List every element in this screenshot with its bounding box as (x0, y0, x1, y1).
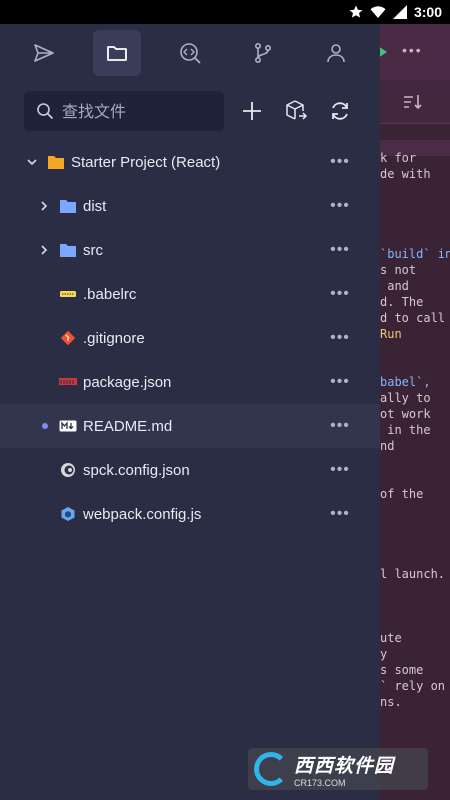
editor-line: nd (380, 439, 395, 453)
webpack-icon (59, 505, 77, 523)
battery-icon (392, 5, 407, 19)
editor-line: s not (380, 263, 417, 277)
tab-account[interactable] (312, 30, 360, 76)
wifi-icon (370, 6, 386, 19)
editor-line: ` rely on (380, 679, 446, 693)
watermark-logo: 西西软件园 CR173.COM (248, 748, 428, 790)
watermark-c-icon (254, 752, 288, 786)
editor-line: ot work (380, 407, 431, 421)
editor-line: de with (380, 167, 431, 181)
tab-code-search[interactable] (166, 30, 214, 76)
search-icon (37, 103, 54, 120)
watermark-sub: CR173.COM (294, 777, 346, 788)
more-options-icon[interactable]: ••• (328, 504, 352, 524)
add-icon (243, 102, 261, 120)
tree-item-spck-config[interactable]: spck.config.json ••• (0, 448, 380, 492)
editor-line: y (380, 647, 388, 661)
editor-line: k for (380, 151, 417, 165)
chevron-right-icon[interactable] (37, 199, 51, 213)
tree-item-label: .gitignore (83, 329, 145, 347)
user-icon (327, 44, 345, 63)
export-button[interactable] (281, 96, 311, 126)
package-export-icon (286, 100, 308, 120)
code-search-icon (180, 43, 201, 64)
star-icon (349, 5, 363, 18)
editor-line: l launch. (380, 567, 446, 581)
more-options-icon[interactable]: ••• (328, 328, 352, 348)
tree-item-label: package.json (83, 373, 172, 391)
status-bar: 3:00 (0, 0, 450, 24)
more-options-icon[interactable]: ••• (328, 416, 352, 436)
editor-line: ns. (380, 695, 402, 709)
editor-line: of the (380, 487, 424, 501)
tab-git[interactable] (239, 30, 287, 76)
folder-icon (107, 46, 127, 61)
tab-files[interactable] (93, 30, 141, 76)
unsaved-indicator (42, 423, 48, 429)
tree-item-label: src (83, 241, 103, 259)
more-options-icon[interactable]: ••• (328, 196, 352, 216)
editor-line: in the (380, 423, 431, 437)
spck-icon (59, 461, 77, 479)
tree-item-label: dist (83, 197, 107, 215)
send-icon (34, 44, 54, 62)
editor-line: babel`, (380, 375, 431, 389)
folder-icon (59, 241, 77, 259)
git-branch-icon (255, 42, 272, 63)
editor-line: ute (380, 631, 402, 645)
editor-line: ally to (380, 391, 431, 405)
tree-item-label: .babelrc (83, 285, 137, 303)
more-options-icon[interactable]: ••• (328, 152, 352, 172)
sort-icon[interactable] (402, 92, 424, 112)
editor-line: d to call (380, 311, 446, 325)
folder-icon (47, 153, 65, 171)
editor-more-icon[interactable]: ••• (402, 42, 423, 58)
editor-line: `build` in (380, 247, 450, 261)
tree-root-project[interactable]: Starter Project (React) ••• (0, 140, 380, 184)
tree-item-label: README.md (83, 417, 173, 435)
more-options-icon[interactable]: ••• (328, 240, 352, 260)
tree-item-readme[interactable]: README.md ••• (0, 404, 380, 448)
file-search-input[interactable] (62, 101, 212, 121)
npm-icon (59, 373, 77, 391)
chevron-right-icon[interactable] (37, 243, 51, 257)
drawer-tab-bar (0, 24, 380, 84)
tree-item-dist[interactable]: dist ••• (0, 184, 380, 228)
babel-icon (59, 285, 77, 303)
chevron-down-icon[interactable] (25, 155, 39, 169)
file-explorer-drawer: Starter Project (React) ••• dist ••• src… (0, 24, 380, 800)
folder-icon (59, 197, 77, 215)
git-icon (59, 329, 77, 347)
tree-item-package-json[interactable]: package.json ••• (0, 360, 380, 404)
tree-item-gitignore[interactable]: .gitignore ••• (0, 316, 380, 360)
project-name: Starter Project (React) (71, 153, 221, 171)
file-tree: Starter Project (React) ••• dist ••• src… (0, 140, 380, 536)
file-search-box[interactable] (24, 91, 224, 131)
tab-deploy[interactable] (20, 30, 68, 76)
watermark-main: 西西软件园 (294, 755, 395, 777)
more-options-icon[interactable]: ••• (328, 284, 352, 304)
tree-item-babelrc[interactable]: .babelrc ••• (0, 272, 380, 316)
editor-line: d. The (380, 295, 424, 309)
more-options-icon[interactable]: ••• (328, 372, 352, 392)
refresh-icon (332, 102, 348, 120)
tree-item-webpack-config[interactable]: webpack.config.js ••• (0, 492, 380, 536)
tree-item-label: spck.config.json (83, 461, 190, 479)
tree-item-label: webpack.config.js (83, 505, 202, 523)
more-options-icon[interactable]: ••• (328, 460, 352, 480)
refresh-button[interactable] (325, 96, 355, 126)
editor-line: Run (380, 327, 402, 341)
editor-line: s some (380, 663, 424, 677)
editor-line: and (380, 279, 409, 293)
new-file-button[interactable] (237, 96, 267, 126)
tree-item-src[interactable]: src ••• (0, 228, 380, 272)
markdown-icon (59, 417, 77, 435)
status-time: 3:00 (413, 4, 442, 20)
